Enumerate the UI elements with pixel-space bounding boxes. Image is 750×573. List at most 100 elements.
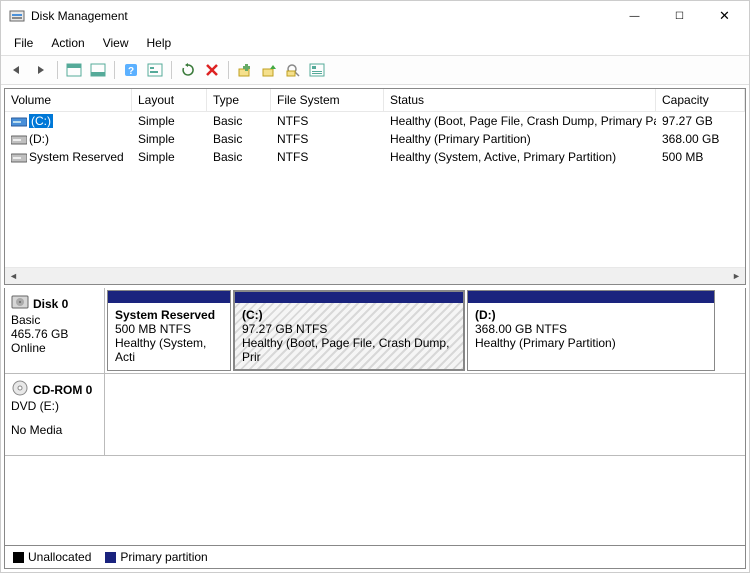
graphical-view: Disk 0 Basic465.76 GBOnline System Reserve…	[4, 288, 746, 546]
maximize-button[interactable]: ☐	[657, 2, 702, 31]
volume-fs: NTFS	[271, 131, 384, 147]
partition-size: 500 MB NTFS	[115, 322, 223, 336]
toolbar-separator	[171, 61, 172, 79]
legend-label: Unallocated	[28, 550, 91, 564]
disk-name: Disk 0	[33, 297, 68, 311]
partition-up-button[interactable]	[258, 59, 280, 81]
toolbar-separator	[57, 61, 58, 79]
partition[interactable]: (C:)97.27 GB NTFSHealthy (Boot, Page Fil…	[233, 290, 465, 371]
toolbar-separator	[228, 61, 229, 79]
partition-size: 368.00 GB NTFS	[475, 322, 707, 336]
partition-new-button[interactable]	[234, 59, 256, 81]
refresh-button[interactable]	[177, 59, 199, 81]
properties-button[interactable]	[306, 59, 328, 81]
titlebar: Disk Management — ☐ ✕	[1, 1, 749, 31]
window-title: Disk Management	[31, 9, 612, 23]
volume-fs: NTFS	[271, 149, 384, 165]
legend: Unallocated Primary partition	[4, 546, 746, 569]
col-filesystem[interactable]: File System	[271, 89, 384, 111]
disk-partitions	[105, 374, 745, 455]
window-controls: — ☐ ✕	[612, 2, 747, 31]
app-icon	[9, 8, 25, 24]
scroll-right-icon[interactable]: ►	[728, 268, 745, 284]
volume-capacity: 368.00 GB	[656, 131, 745, 147]
disk-state: No Media	[11, 423, 98, 437]
horizontal-scrollbar[interactable]: ◄ ►	[5, 267, 745, 284]
partition-name: (C:)	[242, 308, 456, 322]
disk-icon	[11, 294, 29, 313]
menu-file[interactable]: File	[7, 34, 40, 52]
col-type[interactable]: Type	[207, 89, 271, 111]
help-button[interactable]: ?	[120, 59, 142, 81]
volume-layout: Simple	[132, 113, 207, 129]
menu-help[interactable]: Help	[140, 34, 179, 52]
volume-list-body: (C:)SimpleBasicNTFSHealthy (Boot, Page F…	[5, 112, 745, 267]
legend-swatch	[13, 552, 24, 563]
close-button[interactable]: ✕	[702, 2, 747, 31]
col-status[interactable]: Status	[384, 89, 656, 111]
partition-size: 97.27 GB NTFS	[242, 322, 456, 336]
disk-row: Disk 0 Basic465.76 GBOnline System Reserve…	[5, 288, 745, 374]
disk-type: Basic	[11, 313, 98, 327]
partition-name: System Reserved	[115, 308, 223, 322]
disk-type: DVD (E:)	[11, 399, 98, 413]
volume-layout: Simple	[132, 149, 207, 165]
toolbar: ?	[1, 55, 749, 85]
col-volume[interactable]: Volume	[5, 89, 132, 111]
volume-name: (D:)	[29, 132, 49, 146]
volume-type: Basic	[207, 149, 271, 165]
partition-status: Healthy (Primary Partition)	[475, 336, 707, 350]
drive-icon	[11, 116, 25, 126]
disk-size: 465.76 GB	[11, 327, 98, 341]
partition-header	[234, 291, 464, 303]
legend-swatch	[105, 552, 116, 563]
back-button[interactable]	[6, 59, 28, 81]
volume-row[interactable]: (C:)SimpleBasicNTFSHealthy (Boot, Page F…	[5, 112, 745, 130]
drive-icon	[11, 134, 25, 144]
settings-button[interactable]	[144, 59, 166, 81]
find-button[interactable]	[282, 59, 304, 81]
volume-name: (C:)	[29, 114, 53, 128]
volume-layout: Simple	[132, 131, 207, 147]
volume-type: Basic	[207, 131, 271, 147]
volume-row[interactable]: (D:) SimpleBasicNTFSHealthy (Primary Part…	[5, 130, 745, 148]
legend-item: Primary partition	[105, 550, 207, 564]
volume-capacity: 97.27 GB	[656, 113, 745, 129]
partition[interactable]: System Reserved500 MB NTFSHealthy (Syste…	[107, 290, 231, 371]
partition-name: (D:)	[475, 308, 707, 322]
minimize-button[interactable]: —	[612, 2, 657, 31]
toolbar-separator	[114, 61, 115, 79]
volume-status: Healthy (Primary Partition)	[384, 131, 656, 147]
delete-button[interactable]	[201, 59, 223, 81]
volume-capacity: 500 MB	[656, 149, 745, 165]
legend-label: Primary partition	[120, 550, 207, 564]
volume-list-header: Volume Layout Type File System Status Ca…	[5, 89, 745, 112]
cd-icon	[11, 380, 29, 399]
forward-button[interactable]	[30, 59, 52, 81]
drive-icon	[11, 152, 25, 162]
disk-name: CD-ROM 0	[33, 383, 92, 397]
disk-state: Online	[11, 341, 98, 355]
menubar: File Action View Help	[1, 31, 749, 55]
partition-header	[108, 291, 230, 303]
volume-row[interactable]: System Reserved SimpleBasicNTFSHealthy (S…	[5, 148, 745, 166]
col-layout[interactable]: Layout	[132, 89, 207, 111]
partition-header	[468, 291, 714, 303]
partition[interactable]: (D:)368.00 GB NTFSHealthy (Primary Parti…	[467, 290, 715, 371]
legend-item: Unallocated	[13, 550, 91, 564]
volume-fs: NTFS	[271, 113, 384, 129]
volume-status: Healthy (System, Active, Primary Partiti…	[384, 149, 656, 165]
menu-view[interactable]: View	[96, 34, 136, 52]
view-bottom-button[interactable]	[87, 59, 109, 81]
view-top-button[interactable]	[63, 59, 85, 81]
volume-name: System Reserved	[29, 150, 124, 164]
disk-partitions: System Reserved500 MB NTFSHealthy (Syste…	[105, 288, 745, 373]
menu-action[interactable]: Action	[44, 34, 91, 52]
scroll-left-icon[interactable]: ◄	[5, 268, 22, 284]
partition-status: Healthy (Boot, Page File, Crash Dump, Pr…	[242, 336, 456, 364]
volume-type: Basic	[207, 113, 271, 129]
disk-meta[interactable]: CD-ROM 0 DVD (E:) No Media	[5, 374, 105, 455]
col-capacity[interactable]: Capacity	[656, 89, 745, 111]
disk-meta[interactable]: Disk 0 Basic465.76 GBOnline	[5, 288, 105, 373]
partition-status: Healthy (System, Acti	[115, 336, 223, 364]
